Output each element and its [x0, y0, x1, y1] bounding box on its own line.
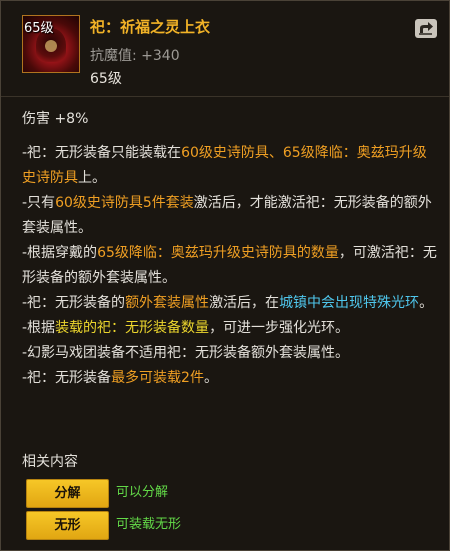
description-segment: -祀：无形装备只能装载在 [22, 145, 182, 161]
description-line: -只有60级史诗防具5件套装激活后，才能激活祀：无形装备的额外套装属性。 [22, 191, 437, 241]
description-segment: 最多可装载2件 [111, 370, 204, 386]
description-segment: -祀：无形装备 [22, 370, 112, 386]
description-segment: ，可进一步强化光环。 [209, 320, 350, 336]
invisible-desc: 可装载无形 [116, 517, 182, 532]
description-line: -幻影马戏团装备不适用祀：无形装备额外套装属性。 [22, 341, 437, 366]
description-segment: 。 [419, 295, 434, 311]
invisible-button[interactable]: 无形 [26, 511, 109, 540]
item-description: 伤害 +8% -祀：无形装备只能装载在60级史诗防具、65级降临：奥兹玛升级史诗… [22, 107, 437, 391]
share-arrow-icon [419, 22, 433, 35]
description-line: -祀：无形装备的额外套装属性激活后，在城镇中会出现特殊光环。 [22, 291, 437, 316]
description-segment: 激活后，在 [209, 295, 280, 311]
level-badge: 65级 [24, 21, 54, 36]
description-segment: 装载的祀：无形装备数量 [55, 320, 210, 336]
share-button[interactable] [415, 19, 437, 38]
damage-stat: 伤害 +8% [22, 111, 89, 127]
description-segment: -幻影马戏团装备不适用祀：无形装备额外套装属性。 [22, 345, 350, 361]
item-title: 祀：祈福之灵上衣 [90, 18, 211, 36]
level-requirement: 65级 [90, 71, 122, 87]
description-segment: 65级降临：奥兹玛升级史诗防具的数量 [97, 245, 339, 261]
description-line: -祀：无形装备只能装载在60级史诗防具、65级降临：奥兹玛升级史诗防具上。 [22, 141, 437, 191]
red-hooded-spirit-robe-icon: 65级 [22, 15, 80, 73]
description-segment: -只有 [22, 195, 56, 211]
stat-value: +340 [141, 48, 180, 64]
description-segment: 额外套装属性 [125, 295, 210, 311]
description-segment: 60级史诗防具5件套装 [55, 195, 194, 211]
stat-line: 抗魔值: +340 [90, 45, 180, 65]
item-tooltip: 65级 祀：祈福之灵上衣 抗魔值: +340 65级 伤害 +8% -祀：无形装… [0, 0, 450, 551]
description-line: -根据装载的祀：无形装备数量，可进一步强化光环。 [22, 316, 437, 341]
disassemble-button[interactable]: 分解 [26, 479, 109, 508]
description-segment: -根据 [22, 320, 56, 336]
disassemble-desc: 可以分解 [116, 485, 169, 500]
stat-label: 抗魔值: [90, 48, 137, 64]
description-segment: 。 [203, 370, 218, 386]
description-segment: -祀：无形装备的 [22, 295, 126, 311]
description-segment: 上。 [78, 170, 106, 186]
related-section-title: 相关内容 [22, 454, 78, 470]
description-line: -根据穿戴的65级降临：奥兹玛升级史诗防具的数量，可激活祀：无形装备的额外套装属… [22, 241, 437, 291]
description-segment: 城镇中会出现特殊光环 [279, 295, 420, 311]
item-icon-emblem [45, 40, 57, 52]
description-segment: -根据穿戴的 [22, 245, 98, 261]
description-lines: -祀：无形装备只能装载在60级史诗防具、65级降临：奥兹玛升级史诗防具上。 -只有… [22, 141, 437, 391]
item-header: 65级 祀：祈福之灵上衣 抗魔值: +340 65级 [1, 1, 449, 97]
description-line: -祀：无形装备最多可装载2件。 [22, 366, 437, 391]
